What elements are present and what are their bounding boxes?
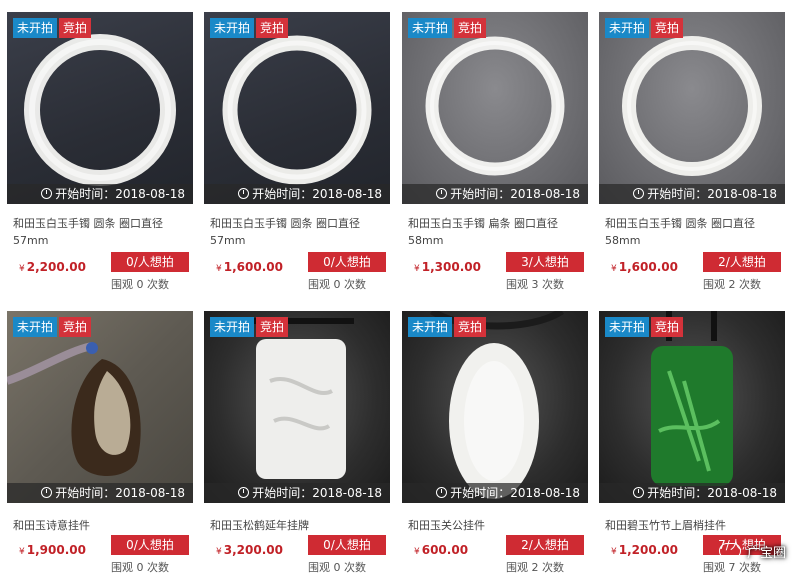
status-badge: 未开拍	[605, 18, 650, 38]
status-badge: 未开拍	[13, 18, 58, 38]
product-price: ¥1,300.00	[414, 260, 481, 274]
auction-badge: 竞拍	[454, 18, 487, 38]
product-price: ¥600.00	[414, 543, 469, 557]
view-count: 围观 0 次数	[111, 278, 169, 291]
product-title[interactable]: 和田玉关公挂件	[408, 517, 586, 534]
view-count: 围观 7 次数	[703, 561, 761, 574]
bangle-image	[24, 34, 176, 186]
status-badge: 未开拍	[605, 317, 650, 337]
start-time-bar: 开始时间：2018-08-18	[402, 184, 588, 204]
auction-badge: 竞拍	[454, 317, 487, 337]
want-bid-button[interactable]: 2/人想拍	[506, 535, 584, 555]
start-time-bar: 开始时间：2018-08-18	[7, 483, 193, 503]
product-grid: 未开拍 竞拍 开始时间：2018-08-18 和田玉白玉手镯 圆条 圈口直径57…	[0, 0, 800, 577]
start-time: 开始时间：2018-08-18	[55, 187, 185, 201]
auction-badge: 竞拍	[651, 18, 684, 38]
auction-badge: 竞拍	[256, 317, 289, 337]
product-image[interactable]: 未开拍 竞拍 开始时间：2018-08-18	[402, 12, 588, 204]
want-bid-button[interactable]: 0/人想拍	[308, 535, 386, 555]
clock-icon	[41, 487, 53, 498]
view-count: 围观 0 次数	[111, 561, 169, 574]
want-bid-button[interactable]: 0/人想拍	[308, 252, 386, 272]
clock-icon	[238, 188, 250, 199]
watermark: 广宝圈	[718, 542, 786, 561]
start-time: 开始时间：2018-08-18	[252, 486, 382, 500]
start-time: 开始时间：2018-08-18	[252, 187, 382, 201]
status-badge: 未开拍	[408, 18, 453, 38]
view-count: 围观 2 次数	[703, 278, 761, 291]
pendant-image	[7, 342, 141, 476]
want-bid-button[interactable]: 2/人想拍	[703, 252, 781, 272]
status-badge: 未开拍	[210, 18, 255, 38]
product-title[interactable]: 和田玉松鹤延年挂牌	[210, 517, 388, 534]
clock-icon	[436, 188, 448, 199]
plaque-image	[651, 311, 733, 486]
start-time-bar: 开始时间：2018-08-18	[7, 184, 193, 204]
start-time-bar: 开始时间：2018-08-18	[599, 483, 785, 503]
pendant-image	[430, 311, 564, 499]
product-price: ¥1,600.00	[216, 260, 283, 274]
start-time: 开始时间：2018-08-18	[647, 486, 777, 500]
auction-badge: 竞拍	[59, 18, 92, 38]
auction-badge: 竞拍	[59, 317, 92, 337]
status-badge: 未开拍	[13, 317, 58, 337]
start-time-bar: 开始时间：2018-08-18	[599, 184, 785, 204]
product-title[interactable]: 和田玉白玉手镯 圆条 圈口直径57mm	[13, 215, 191, 249]
product-image[interactable]: 未开拍 竞拍 开始时间：2018-08-18	[7, 311, 193, 503]
product-price: ¥1,200.00	[611, 543, 678, 557]
product-title[interactable]: 和田玉白玉手镯 圆条 圈口直径58mm	[605, 215, 783, 249]
start-time-bar: 开始时间：2018-08-18	[204, 184, 390, 204]
view-count: 围观 0 次数	[308, 278, 366, 291]
want-bid-button[interactable]: 0/人想拍	[111, 535, 189, 555]
clock-icon	[633, 188, 645, 199]
product-title[interactable]: 和田玉白玉手镯 扁条 圈口直径58mm	[408, 215, 586, 249]
bangle-image	[222, 35, 372, 185]
clock-icon	[238, 487, 250, 498]
product-title[interactable]: 和田玉白玉手镯 圆条 圈口直径57mm	[210, 215, 388, 249]
start-time: 开始时间：2018-08-18	[450, 187, 580, 201]
want-bid-button[interactable]: 0/人想拍	[111, 252, 189, 272]
plaque-image	[244, 318, 354, 479]
product-price: ¥3,200.00	[216, 543, 283, 557]
start-time-bar: 开始时间：2018-08-18	[402, 483, 588, 503]
product-image[interactable]: 未开拍 竞拍 开始时间：2018-08-18	[204, 311, 390, 503]
clock-icon	[633, 487, 645, 498]
view-count: 围观 0 次数	[308, 561, 366, 574]
product-price: ¥1,600.00	[611, 260, 678, 274]
wechat-icon	[718, 543, 741, 559]
view-count: 围观 2 次数	[506, 561, 564, 574]
product-title[interactable]: 和田玉诗意挂件	[13, 517, 191, 534]
product-image[interactable]: 未开拍 竞拍 开始时间：2018-08-18	[599, 12, 785, 204]
start-time: 开始时间：2018-08-18	[450, 486, 580, 500]
product-image[interactable]: 未开拍 竞拍 开始时间：2018-08-18	[402, 311, 588, 503]
product-price: ¥1,900.00	[19, 543, 86, 557]
bangle-image	[425, 36, 565, 176]
product-image[interactable]: 未开拍 竞拍 开始时间：2018-08-18	[7, 12, 193, 204]
start-time-bar: 开始时间：2018-08-18	[204, 483, 390, 503]
product-price: ¥2,200.00	[19, 260, 86, 274]
status-badge: 未开拍	[408, 317, 453, 337]
auction-badge: 竞拍	[651, 317, 684, 337]
clock-icon	[41, 188, 53, 199]
product-title[interactable]: 和田碧玉竹节上眉梢挂件	[605, 517, 783, 534]
start-time: 开始时间：2018-08-18	[647, 187, 777, 201]
product-image[interactable]: 未开拍 竞拍 开始时间：2018-08-18	[204, 12, 390, 204]
status-badge: 未开拍	[210, 317, 255, 337]
clock-icon	[436, 487, 448, 498]
view-count: 围观 3 次数	[506, 278, 564, 291]
product-image[interactable]: 未开拍 竞拍 开始时间：2018-08-18	[599, 311, 785, 503]
want-bid-button[interactable]: 3/人想拍	[506, 252, 584, 272]
start-time: 开始时间：2018-08-18	[55, 486, 185, 500]
bangle-image	[622, 36, 762, 176]
auction-badge: 竞拍	[256, 18, 289, 38]
